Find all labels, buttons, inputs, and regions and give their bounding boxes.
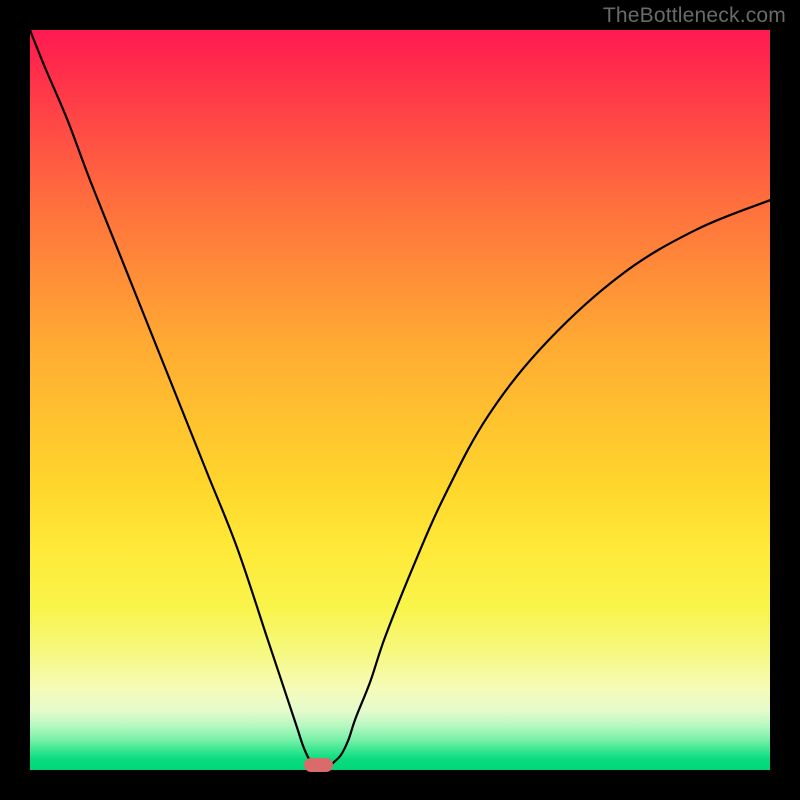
min-marker [304,758,334,772]
curve-svg [30,30,770,770]
watermark-text: TheBottleneck.com [603,4,786,28]
curve-right-branch [319,200,770,770]
curve-left-branch [30,30,319,770]
plot-area [30,30,770,770]
chart-frame: TheBottleneck.com [0,0,800,800]
